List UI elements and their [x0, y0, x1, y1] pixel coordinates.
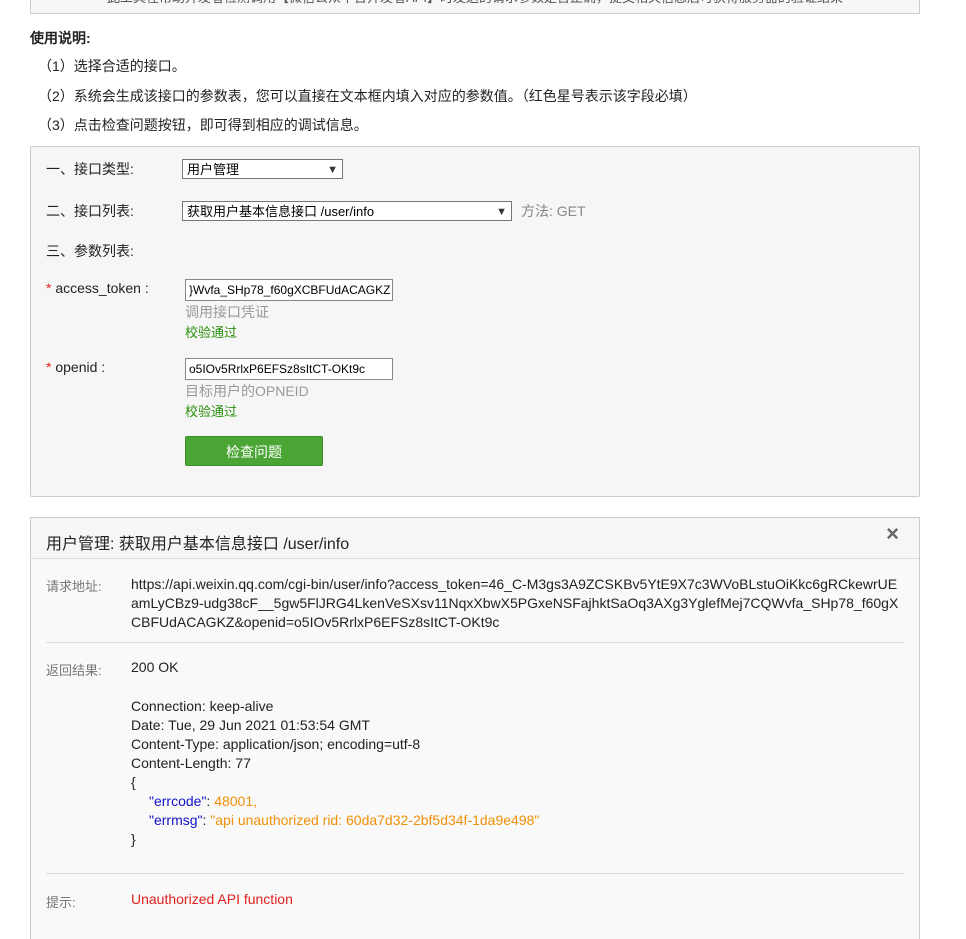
json-value: "api unauthorized rid: 60da7d32-2bf5d34f…	[210, 812, 540, 828]
api-type-select-value: 用户管理	[187, 162, 240, 177]
chevron-down-icon: ▼	[496, 206, 507, 218]
json-open-brace: {	[131, 774, 136, 790]
response-label: 返回结果:	[46, 663, 102, 678]
param-openid-label: * openid :	[46, 359, 105, 375]
api-list-select[interactable]: 获取用户基本信息接口 /user/info ▼	[182, 201, 512, 221]
tip-label: 提示:	[46, 895, 76, 910]
api-type-label: 一、接口类型:	[46, 161, 134, 177]
required-mark: *	[46, 280, 52, 296]
divider	[46, 642, 904, 643]
usage-step-3: （3）点击检查问题按钮，即可得到相应的调试信息。	[38, 117, 368, 133]
access-token-hint: 调用接口凭证	[185, 304, 269, 320]
openid-hint: 目标用户的OPNEID	[185, 383, 309, 399]
request-url: https://api.weixin.qq.com/cgi-bin/user/i…	[131, 576, 899, 630]
access-token-status: 校验通过	[185, 325, 238, 340]
json-errcode-line: "errcode": 48001,	[149, 792, 257, 811]
usage-step-2: （2）系统会生成该接口的参数表，您可以直接在文本框内填入对应的参数值。（红色星号…	[38, 88, 697, 104]
usage-title: 使用说明:	[30, 30, 91, 46]
result-panel: 用户管理: 获取用户基本信息接口 /user/info × 请求地址: http…	[30, 517, 920, 939]
api-list-select-value: 获取用户基本信息接口 /user/info	[187, 204, 375, 219]
param-name: access_token :	[55, 280, 149, 296]
required-mark: *	[46, 359, 52, 375]
usage-step-1: （1）选择合适的接口。	[38, 58, 186, 74]
json-close-brace: }	[131, 831, 136, 847]
json-value: 48001,	[214, 793, 258, 809]
result-header: 用户管理: 获取用户基本信息接口 /user/info ×	[31, 518, 919, 559]
divider	[46, 873, 904, 874]
json-errmsg-line: "errmsg": "api unauthorized rid: 60da7d3…	[149, 811, 539, 830]
openid-status: 校验通过	[185, 404, 238, 419]
tip-text: Unauthorized API function	[131, 891, 293, 907]
close-icon[interactable]: ×	[886, 521, 899, 547]
api-list-label: 二、接口列表:	[46, 203, 134, 219]
api-type-select[interactable]: 用户管理 ▼	[182, 159, 343, 179]
check-button[interactable]: 检查问题	[185, 436, 323, 466]
result-title: 用户管理: 获取用户基本信息接口 /user/info	[46, 536, 350, 553]
response-header: Content-Type: application/json; encoding…	[131, 736, 421, 752]
json-key: "errmsg"	[149, 812, 203, 828]
result-body: 请求地址: https://api.weixin.qq.com/cgi-bin/…	[31, 559, 919, 939]
response-header: Date: Tue, 29 Jun 2021 01:53:54 GMT	[131, 717, 370, 733]
response-status: 200 OK	[131, 659, 179, 675]
debug-form-panel: 一、接口类型: 用户管理 ▼ 二、接口列表: 获取用户基本信息接口 /user/…	[30, 146, 920, 497]
params-label: 三、参数列表:	[46, 243, 134, 259]
param-access-token-label: * access_token :	[46, 280, 149, 296]
method-label: 方法: GET	[521, 203, 586, 219]
chevron-down-icon: ▼	[327, 164, 338, 176]
param-name: openid :	[55, 359, 106, 375]
json-key: "errcode"	[149, 793, 207, 809]
access-token-input[interactable]: }Wvfa_SHp78_f60gXCBFUdACAGKZ	[185, 279, 393, 301]
top-notice: 此工具在帮助开发者检测调用【微信公众平台开发者API】时发送的请求参数是否正确，…	[30, 0, 920, 14]
request-url-label: 请求地址:	[46, 579, 102, 594]
openid-input[interactable]: o5IOv5RrlxP6EFSz8sItCT-OKt9c	[185, 358, 393, 380]
response-header: Content-Length: 77	[131, 755, 251, 771]
response-header: Connection: keep-alive	[131, 698, 274, 714]
